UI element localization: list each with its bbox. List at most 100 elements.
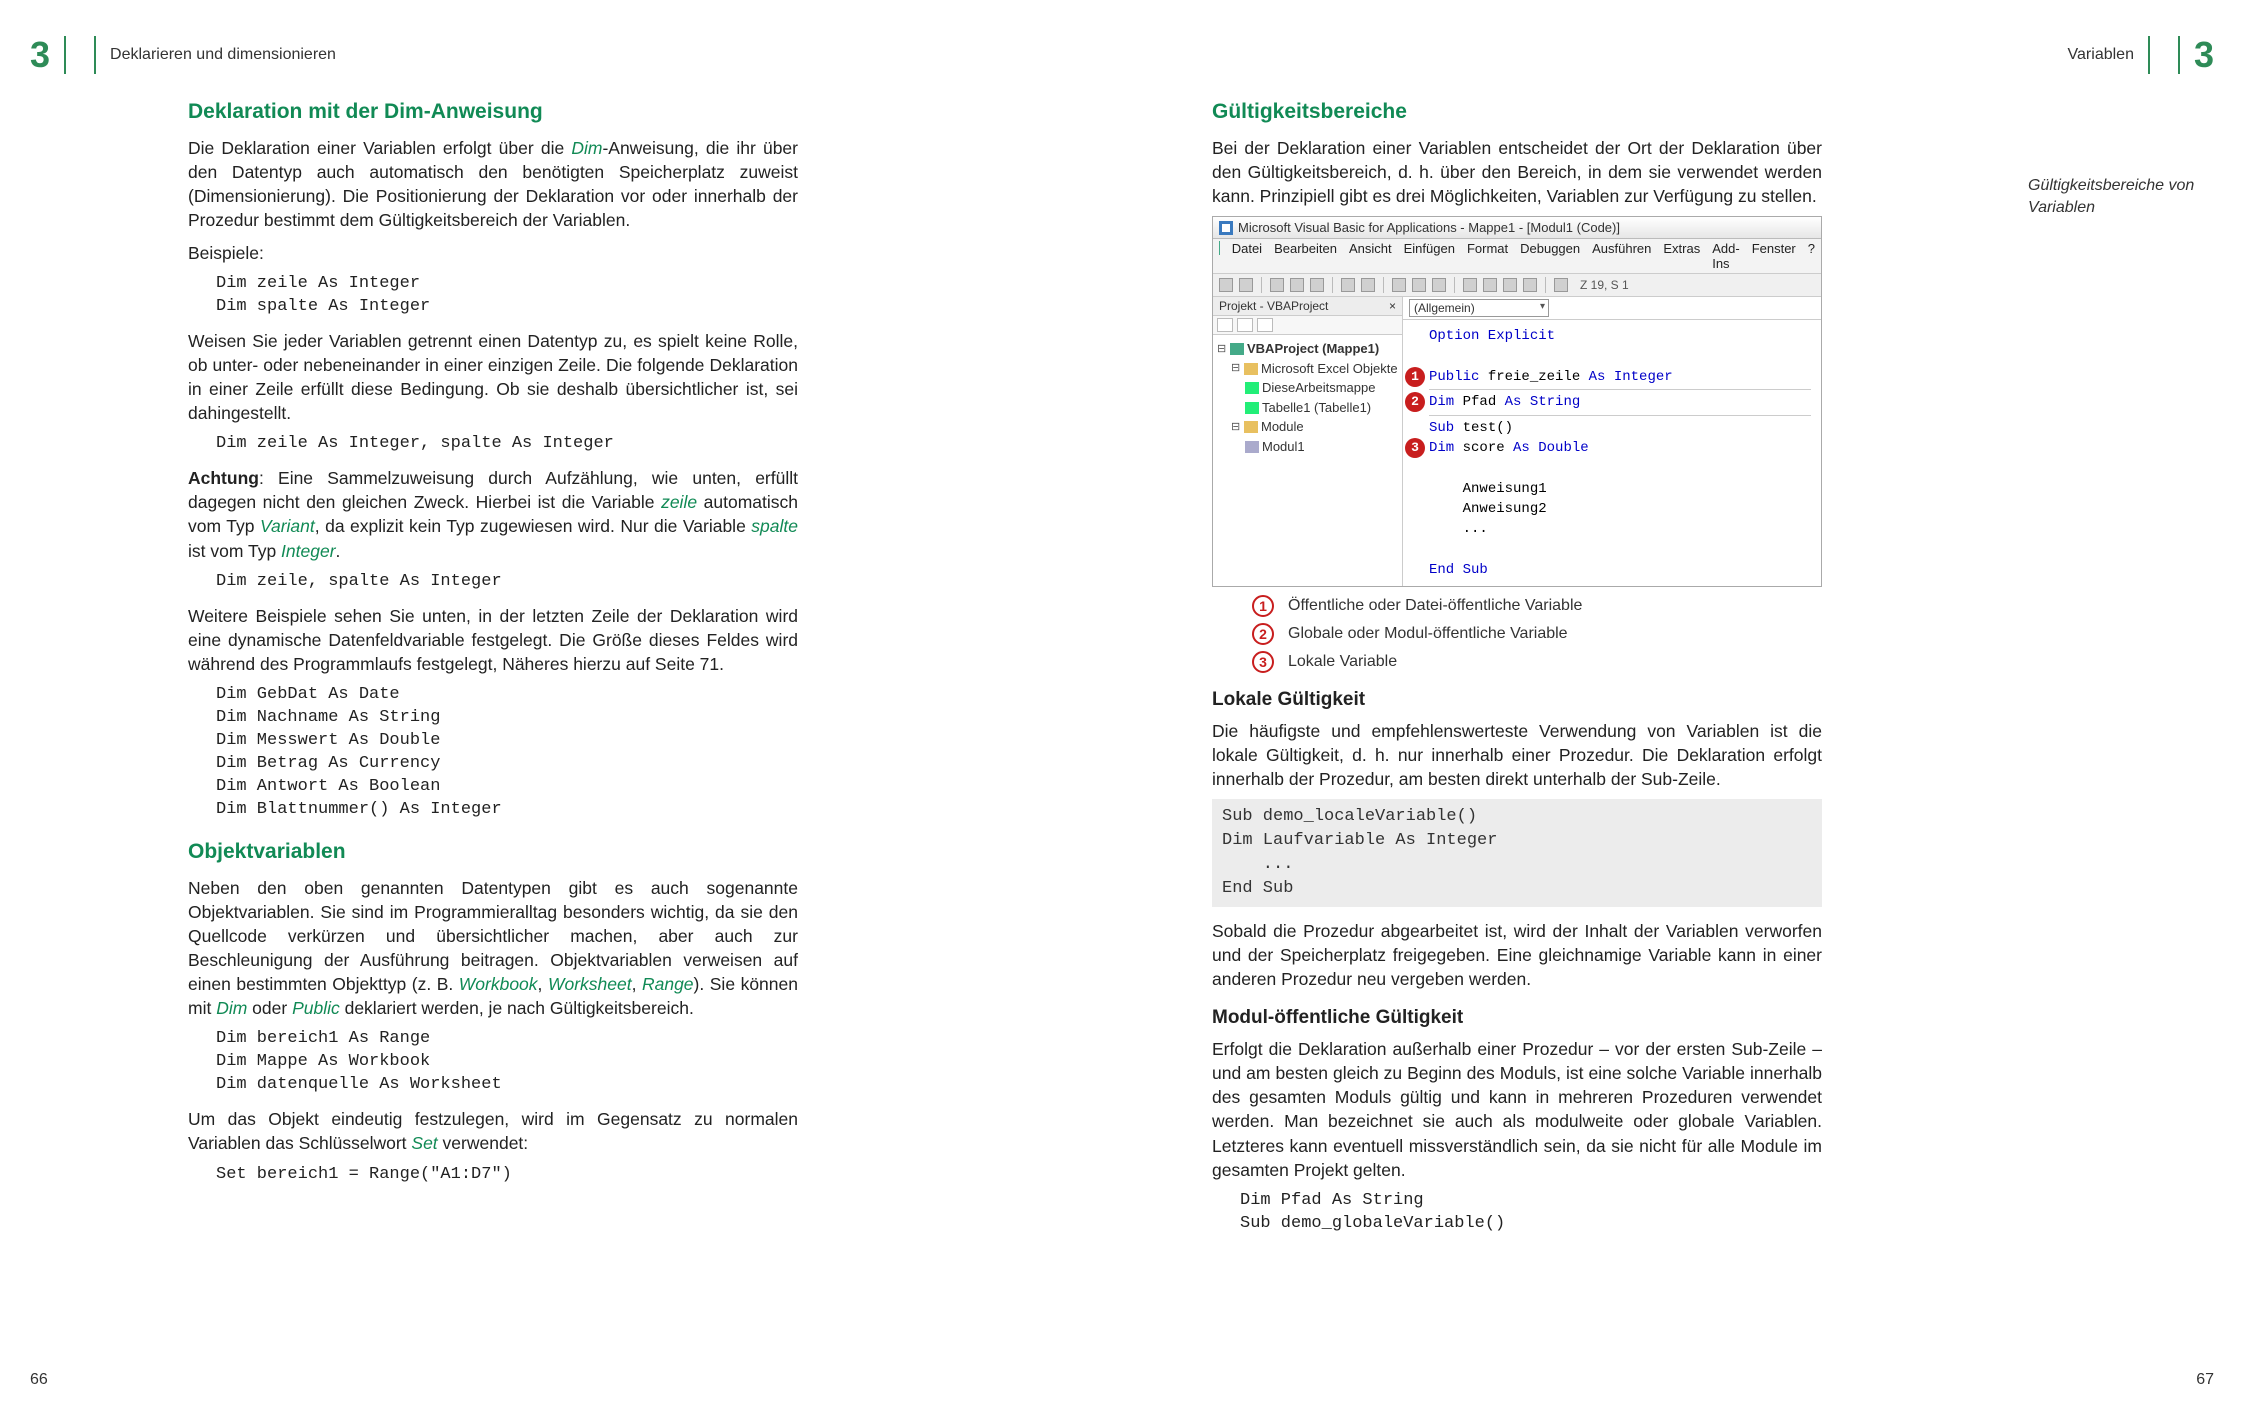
pause-icon[interactable] [1412,278,1426,292]
left-content: Deklaration mit der Dim-Anweisung Die De… [188,100,798,1187]
menu-item[interactable]: Debuggen [1520,241,1580,271]
callout-2: 2 [1405,392,1425,412]
code-block: Set bereich1 = Range("A1:D7") [216,1164,798,1187]
toolbar-icon[interactable] [1503,278,1517,292]
para: Bei der Deklaration einer Variablen ents… [1212,136,1822,208]
running-head-right: Variablen 3 [1212,34,2214,76]
toolbar-separator [1454,277,1455,293]
header-rule [94,36,96,74]
callout-legend: 1Öffentliche oder Datei-öffentliche Vari… [1252,595,1822,673]
workbook-icon [1245,382,1259,394]
toolbar-icon[interactable] [1270,278,1284,292]
para: Die Deklaration einer Variablen erfolgt … [188,136,798,233]
menu-item[interactable]: Datei [1232,241,1262,271]
view-object-icon[interactable] [1237,318,1253,332]
code-block: Dim zeile As Integer Dim spalte As Integ… [216,273,798,319]
callout-1: 1 [1405,367,1425,387]
para: Sobald die Prozedur abgearbeitet ist, wi… [1212,919,1822,991]
para: Um das Objekt eindeutig festzulegen, wir… [188,1107,798,1155]
code-pane[interactable]: (Allgemein) Option Explicit 1Public frei… [1403,297,1821,586]
para: Weisen Sie jeder Variablen getrennt eine… [188,329,798,426]
tree-root[interactable]: ⊟VBAProject (Mappe1) [1217,339,1398,359]
code-block: Dim zeile, spalte As Integer [216,571,798,594]
toolbar-icon[interactable] [1523,278,1537,292]
ide-body: Projekt - VBAProject × ⊟VBAProject (Mapp… [1213,297,1821,586]
tree-folder[interactable]: ⊟Microsoft Excel Objekte [1217,359,1398,379]
ide-menubar[interactable]: Datei Bearbeiten Ansicht Einfügen Format… [1213,239,1821,274]
code-block: Dim bereich1 As Range Dim Mappe As Workb… [216,1028,798,1097]
label-achtung: Achtung [188,468,259,488]
para: Neben den oben genannten Datentypen gibt… [188,876,798,1021]
toolbar-separator [1545,277,1546,293]
stop-icon[interactable] [1432,278,1446,292]
view-code-icon[interactable] [1217,318,1233,332]
menu-item[interactable]: Einfügen [1404,241,1455,271]
code-block: Dim Pfad As String Sub demo_globaleVaria… [1240,1190,1822,1236]
callout-3: 3 [1405,438,1425,458]
toolbar-icon[interactable] [1463,278,1477,292]
heading-lokal: Lokale Gültigkeit [1212,689,1822,711]
book-spread: 3 Deklarieren und dimensionieren Deklara… [0,0,2244,1417]
toolbar-separator [1261,277,1262,293]
vba-ide-window: Microsoft Visual Basic for Applications … [1212,216,1822,587]
project-tree[interactable]: ⊟VBAProject (Mappe1) ⊟Microsoft Excel Ob… [1213,335,1402,460]
tree-item[interactable]: Modul1 [1217,437,1398,457]
legend-badge-1: 1 [1252,595,1274,617]
margin-caption: Gültigkeitsbereiche von Variablen [2028,175,2208,218]
legend-item: 1Öffentliche oder Datei-öffentliche Vari… [1252,595,1822,617]
menu-item[interactable]: Extras [1663,241,1700,271]
toolbar-icon[interactable] [1483,278,1497,292]
code-object-selector[interactable]: (Allgemein) [1403,297,1821,320]
menu-item[interactable]: Bearbeiten [1274,241,1337,271]
ide-toolbar[interactable]: Z 19, S 1 [1213,274,1821,297]
close-icon[interactable]: × [1389,299,1396,313]
toolbar-separator [1383,277,1384,293]
toolbar-icon[interactable] [1310,278,1324,292]
legend-item: 2Globale oder Modul-öffentliche Variable [1252,623,1822,645]
page-number: 67 [2196,1371,2214,1389]
heading-modul: Modul-öffentliche Gültigkeit [1212,1007,1822,1029]
worksheet-icon [1245,402,1259,414]
menu-item[interactable]: Ausführen [1592,241,1651,271]
page-right: Variablen 3 Gültigkeitsbereiche von Vari… [1122,0,2244,1417]
toolbar-icon[interactable] [1361,278,1375,292]
run-icon[interactable] [1392,278,1406,292]
cursor-position: Z 19, S 1 [1580,278,1629,292]
object-combo[interactable]: (Allgemein) [1409,299,1549,317]
menu-item[interactable]: Fenster [1752,241,1796,271]
legend-badge-2: 2 [1252,623,1274,645]
toolbar-icon[interactable] [1341,278,1355,292]
toolbar-icon[interactable] [1554,278,1568,292]
chapter-number: 3 [30,34,50,76]
section-title: Deklarieren und dimensionieren [110,46,336,64]
header-rule [2148,36,2150,74]
heading-gueltigkeit: Gültigkeitsbereiche [1212,100,1822,124]
code-block: Dim GebDat As Date Dim Nachname As Strin… [216,684,798,822]
tree-item[interactable]: Tabelle1 (Tabelle1) [1217,398,1398,418]
app-icon [1219,221,1233,235]
menu-item[interactable]: Ansicht [1349,241,1392,271]
tree-item[interactable]: DieseArbeitsmappe [1217,378,1398,398]
toggle-folders-icon[interactable] [1257,318,1273,332]
page-number: 66 [30,1371,48,1389]
menu-item[interactable]: Add-Ins [1712,241,1739,271]
control-icon[interactable] [1219,241,1220,255]
toolbar-separator [1332,277,1333,293]
menu-item[interactable]: ? [1808,241,1815,271]
project-explorer[interactable]: Projekt - VBAProject × ⊟VBAProject (Mapp… [1213,297,1403,586]
para: Achtung: Eine Sammelzuweisung durch Aufz… [188,466,798,563]
legend-badge-3: 3 [1252,651,1274,673]
menu-item[interactable]: Format [1467,241,1508,271]
toolbar-icon[interactable] [1219,278,1233,292]
tree-folder[interactable]: ⊟Module [1217,417,1398,437]
project-toolbar[interactable] [1213,316,1402,335]
toolbar-icon[interactable] [1239,278,1253,292]
right-content: Gültigkeitsbereiche Bei der Deklaration … [1212,100,1822,1236]
page-left: 3 Deklarieren und dimensionieren Deklara… [0,0,1122,1417]
toolbar-icon[interactable] [1290,278,1304,292]
para: Weitere Beispiele sehen Sie unten, in de… [188,604,798,676]
keyword-dim: Dim [571,138,602,158]
para: Erfolgt die Deklaration außerhalb einer … [1212,1037,1822,1182]
vba-code-editor[interactable]: Option Explicit 1Public freie_zeile As I… [1403,320,1821,586]
section-title: Variablen [2068,46,2134,64]
